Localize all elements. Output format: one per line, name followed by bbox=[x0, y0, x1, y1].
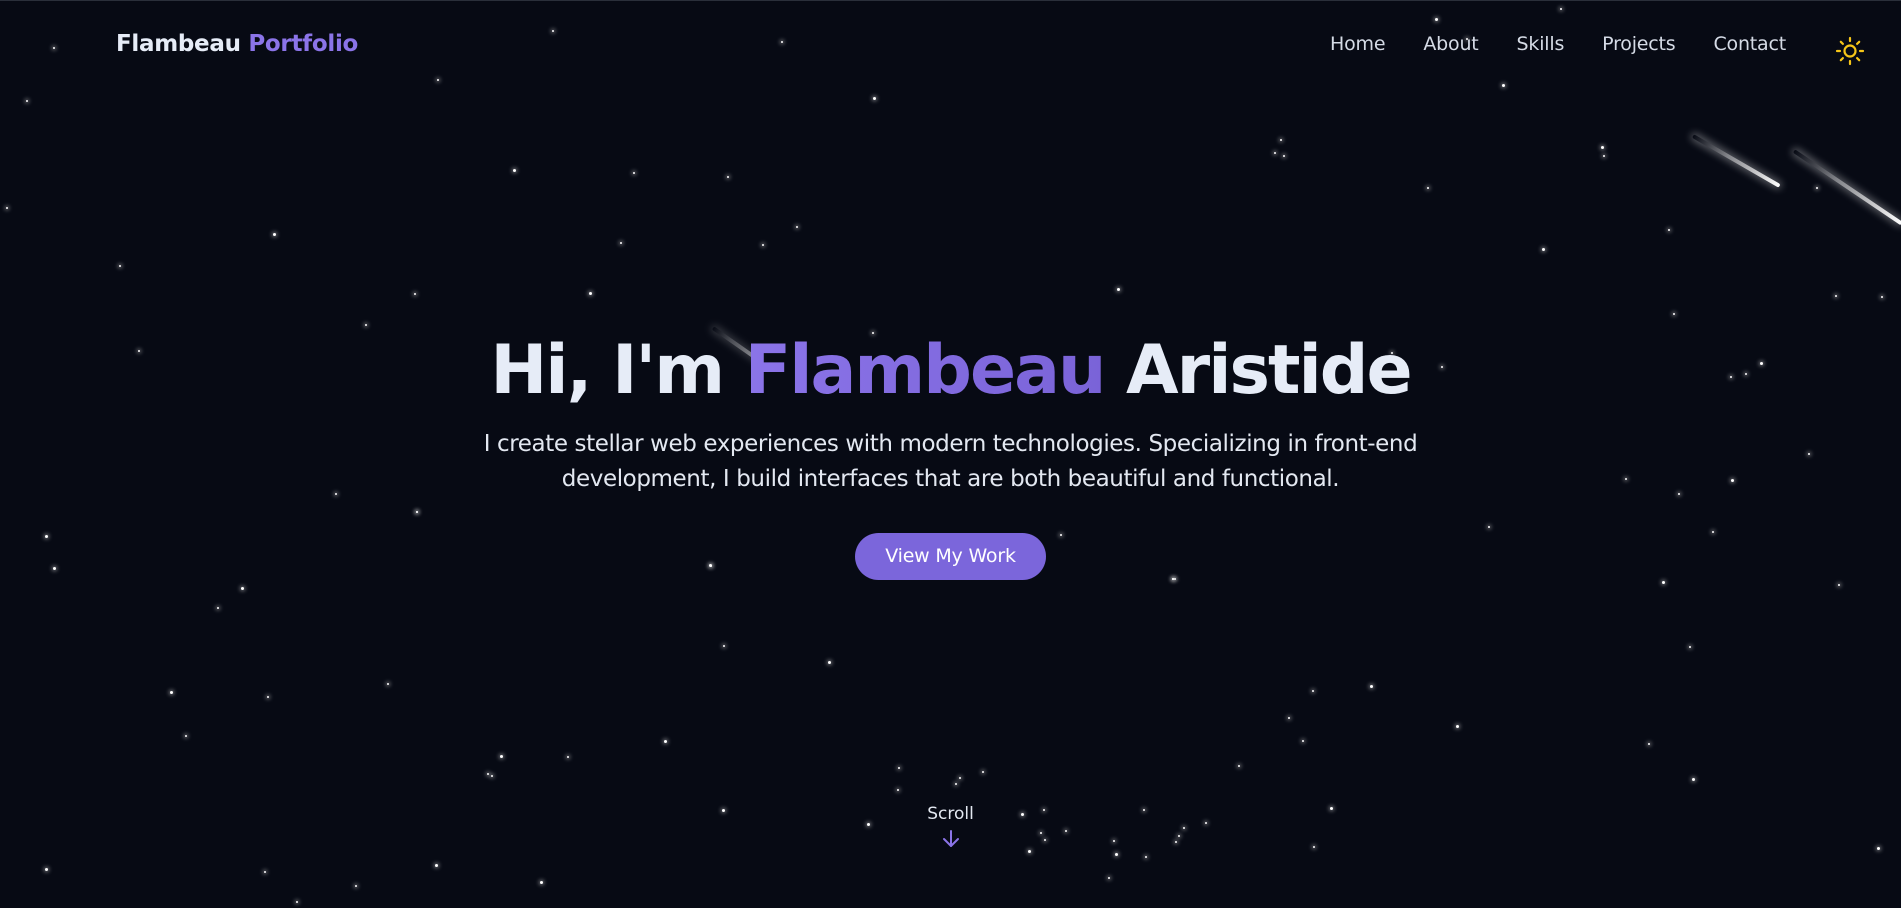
star bbox=[267, 696, 269, 698]
star bbox=[873, 97, 876, 100]
view-my-work-button[interactable]: View My Work bbox=[855, 533, 1046, 580]
star bbox=[1816, 187, 1818, 189]
star bbox=[1673, 313, 1675, 315]
brand-name: Flambeau bbox=[116, 31, 241, 57]
star bbox=[633, 172, 635, 174]
star bbox=[898, 767, 900, 769]
nav-menu: Home About Skills Projects Contact bbox=[1292, 33, 1786, 55]
star bbox=[119, 265, 121, 267]
star bbox=[45, 868, 48, 871]
star bbox=[1835, 295, 1837, 297]
star bbox=[1274, 152, 1276, 154]
star bbox=[1601, 146, 1604, 149]
star bbox=[500, 755, 503, 758]
hero-subtitle: I create stellar web experiences with mo… bbox=[483, 431, 1418, 492]
star bbox=[185, 735, 187, 737]
star bbox=[217, 607, 219, 609]
star bbox=[1668, 229, 1670, 231]
star bbox=[1689, 646, 1691, 648]
star bbox=[387, 683, 389, 685]
hero-greeting: Hi, I'm bbox=[490, 331, 725, 410]
star bbox=[664, 740, 667, 743]
hero-last-name: Aristide bbox=[1126, 331, 1413, 410]
star bbox=[273, 233, 276, 236]
star bbox=[589, 292, 592, 295]
nav-link-contact[interactable]: Contact bbox=[1713, 33, 1786, 55]
shooting-star bbox=[1792, 149, 1901, 226]
page: Flambeau Portfolio Home About Skills Pro… bbox=[0, 0, 1901, 908]
star bbox=[6, 207, 8, 209]
star bbox=[1427, 187, 1429, 189]
star bbox=[487, 773, 489, 775]
star bbox=[1838, 584, 1840, 586]
star bbox=[1288, 717, 1290, 719]
star bbox=[955, 783, 957, 785]
star bbox=[1648, 743, 1650, 745]
star bbox=[513, 169, 516, 172]
star bbox=[1108, 877, 1110, 879]
star bbox=[723, 645, 725, 647]
star bbox=[1881, 296, 1883, 298]
star bbox=[1692, 778, 1695, 781]
arrow-down-icon bbox=[942, 830, 959, 847]
star bbox=[26, 100, 28, 102]
nav-link-about[interactable]: About bbox=[1423, 33, 1478, 55]
scroll-indicator[interactable]: Scroll bbox=[0, 804, 1901, 850]
star bbox=[1117, 288, 1120, 291]
star bbox=[1115, 853, 1118, 856]
hero-section: Hi, I'm Flambeau Aristide I create stell… bbox=[0, 321, 1901, 580]
brand-suffix: Portfolio bbox=[248, 31, 359, 57]
star bbox=[1542, 248, 1545, 251]
nav-link-skills[interactable]: Skills bbox=[1517, 33, 1565, 55]
star bbox=[1280, 139, 1282, 141]
star bbox=[1028, 850, 1031, 853]
shooting-star bbox=[1692, 134, 1781, 188]
hero-title: Hi, I'm Flambeau Aristide bbox=[0, 321, 1901, 421]
star bbox=[296, 901, 298, 903]
star bbox=[540, 881, 543, 884]
star bbox=[1312, 690, 1314, 692]
star bbox=[982, 771, 984, 773]
star bbox=[796, 226, 798, 228]
star bbox=[620, 242, 622, 244]
star bbox=[727, 176, 729, 178]
star bbox=[828, 661, 831, 664]
star bbox=[435, 864, 438, 867]
sun-icon bbox=[1835, 36, 1865, 66]
brand-logo[interactable]: Flambeau Portfolio bbox=[116, 31, 358, 57]
star bbox=[170, 691, 173, 694]
nav-link-projects[interactable]: Projects bbox=[1602, 33, 1676, 55]
star bbox=[1283, 155, 1285, 157]
star bbox=[1662, 581, 1665, 584]
nav-link-home[interactable]: Home bbox=[1330, 33, 1386, 55]
star bbox=[1145, 856, 1147, 858]
star bbox=[491, 775, 493, 777]
star bbox=[241, 587, 244, 590]
star bbox=[897, 789, 899, 791]
star bbox=[1370, 685, 1373, 688]
navbar: Flambeau Portfolio Home About Skills Pro… bbox=[0, 1, 1901, 91]
hero-first-name: Flambeau bbox=[744, 331, 1107, 410]
star bbox=[1603, 155, 1605, 157]
star bbox=[959, 777, 961, 779]
star bbox=[762, 244, 764, 246]
star bbox=[414, 293, 416, 295]
star bbox=[1302, 740, 1304, 742]
scroll-label: Scroll bbox=[927, 804, 974, 824]
star bbox=[567, 756, 569, 758]
star bbox=[1456, 725, 1459, 728]
star bbox=[355, 885, 357, 887]
theme-toggle-button[interactable] bbox=[1835, 36, 1865, 66]
star bbox=[1238, 765, 1240, 767]
star bbox=[264, 871, 266, 873]
